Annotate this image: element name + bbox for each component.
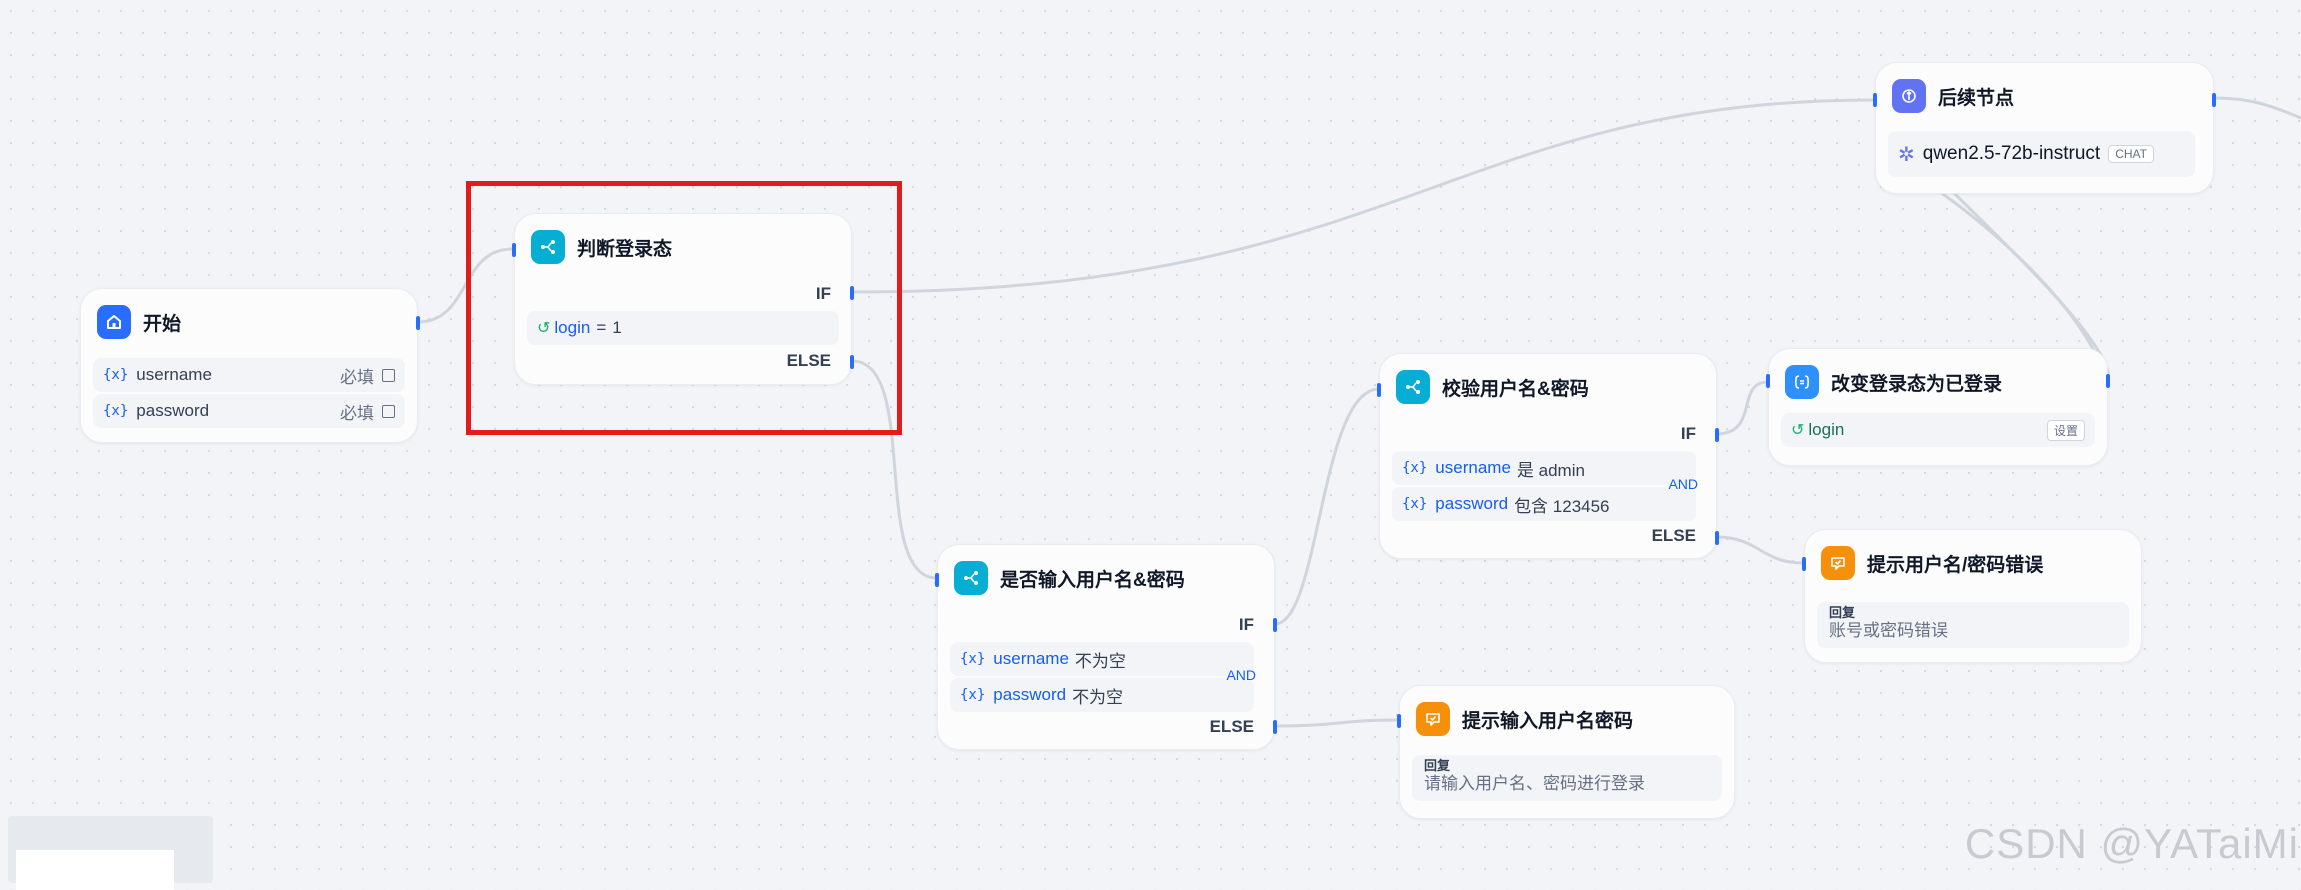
model-brand-icon: ✲ <box>1898 143 1915 166</box>
set-action-button[interactable]: 设置 <box>2046 419 2085 441</box>
branch-icon <box>954 561 988 595</box>
input-handle[interactable] <box>1873 93 1877 107</box>
variable-icon: {x} <box>1402 496 1428 512</box>
input-handle[interactable] <box>1766 374 1770 388</box>
check-input-title: 是否输入用户名&密码 <box>1000 569 1185 591</box>
edge-check-input-if-to-verify <box>1274 387 1380 626</box>
branch-icon <box>1396 370 1430 404</box>
reply-text: 请输入用户名、密码进行登录 <box>1424 774 1645 793</box>
input-handle[interactable] <box>1397 714 1401 728</box>
watermark: CSDN @YATaiMi <box>1964 820 2299 867</box>
start-node[interactable]: 开始 {x} username 必填 {x} password 必填 <box>80 288 420 443</box>
input-handle[interactable] <box>935 573 939 587</box>
input-handle[interactable] <box>1377 383 1381 397</box>
if-handle[interactable] <box>1273 618 1277 632</box>
required-tag: 必填 <box>340 403 374 423</box>
set-login-header: 改变登录态为已登录 <box>1785 365 2002 399</box>
reply-text: 账号或密码错误 <box>1829 621 1948 640</box>
input-name: password <box>136 401 210 420</box>
set-login-title: 改变登录态为已登录 <box>1831 373 2003 395</box>
variable-icon: {x} <box>1402 460 1428 476</box>
variable-icon: {x} <box>103 403 129 419</box>
assign-var: login <box>1808 420 1845 439</box>
logic-operator[interactable]: AND <box>1226 667 1256 683</box>
reference-icon: ↺ <box>1791 422 1805 439</box>
error-reply-node[interactable]: 提示用户名/密码错误 回复 账号或密码错误 <box>1802 529 2142 663</box>
model-selector[interactable]: ✲ qwen2.5-72b-instruct CHAT <box>1888 131 2195 177</box>
set-login-node[interactable]: 改变登录态为已登录 ↺ login 设置 <box>1766 348 2110 466</box>
condition-op: 不为空 <box>1074 651 1126 671</box>
condition-op: 包含 123456 <box>1514 496 1610 516</box>
input-reply-node[interactable]: 提示输入用户名密码 回复 请输入用户名、密码进行登录 <box>1397 685 1735 819</box>
condition-var: username <box>1435 458 1511 477</box>
reply-content[interactable]: 回复 请输入用户名、密码进行登录 <box>1412 755 1722 801</box>
verify-title: 校验用户名&密码 <box>1442 378 1589 400</box>
llm-icon <box>1892 79 1926 113</box>
output-handle[interactable] <box>2212 93 2216 107</box>
reply-label: 回复 <box>1424 758 1451 773</box>
variable-icon: {x} <box>103 367 129 383</box>
condition-username[interactable]: {x} username 是 admin <box>1392 451 1696 485</box>
reply-label: 回复 <box>1829 605 1856 620</box>
text-type-icon <box>382 404 395 418</box>
check-input-node[interactable]: 是否输入用户名&密码 IF {x} username 不为空 {x} passw… <box>935 544 1277 750</box>
edge-verify-if-to-set-login <box>1715 380 1769 436</box>
error-reply-header: 提示用户名/密码错误 <box>1821 546 2043 580</box>
if-handle[interactable] <box>1715 428 1719 442</box>
output-handle[interactable] <box>2106 374 2110 388</box>
condition-var: username <box>993 649 1069 668</box>
reply-content[interactable]: 回复 账号或密码错误 <box>1817 602 2129 648</box>
condition-var: password <box>1435 494 1509 513</box>
variable-icon: {x} <box>960 687 986 703</box>
start-node-header: 开始 <box>97 305 181 339</box>
else-label: ELSE <box>1651 526 1696 545</box>
model-type-tag: CHAT <box>2108 145 2154 163</box>
edge-check-input-else-to-input-reply <box>1274 718 1399 728</box>
highlight-box <box>466 181 902 435</box>
else-handle[interactable] <box>1273 720 1277 734</box>
input-reply-title: 提示输入用户名密码 <box>1462 710 1634 732</box>
logic-operator[interactable]: AND <box>1668 476 1698 492</box>
start-input-username[interactable]: {x} username 必填 <box>93 358 405 392</box>
input-handle[interactable] <box>1802 557 1806 571</box>
if-label: IF <box>1238 615 1254 634</box>
start-node-title: 开始 <box>143 313 182 335</box>
condition-username[interactable]: {x} username 不为空 <box>950 642 1254 676</box>
edge-check-login-if-to-followup <box>851 98 1876 294</box>
variable-assign-icon <box>1785 365 1819 399</box>
input-reply-header: 提示输入用户名密码 <box>1416 702 1633 736</box>
followup-node[interactable]: 后续节点 ✲ qwen2.5-72b-instruct CHAT <box>1873 62 2216 194</box>
verify-header: 校验用户名&密码 <box>1396 370 1589 404</box>
model-name: qwen2.5-72b-instruct <box>1922 143 2101 164</box>
home-icon <box>97 305 131 339</box>
followup-title: 后续节点 <box>1938 87 2015 109</box>
error-reply-title: 提示用户名/密码错误 <box>1867 554 2044 576</box>
input-name: username <box>136 365 212 384</box>
else-label: ELSE <box>1209 717 1254 736</box>
followup-header: 后续节点 <box>1892 79 2014 113</box>
variable-icon: {x} <box>960 651 986 667</box>
verify-node[interactable]: 校验用户名&密码 IF {x} username 是 admin {x} pas… <box>1377 353 1719 559</box>
condition-op: 不为空 <box>1072 687 1124 707</box>
check-input-header: 是否输入用户名&密码 <box>954 561 1185 595</box>
minimap-viewport[interactable] <box>16 850 174 890</box>
assign-login[interactable]: ↺ login 设置 <box>1781 413 2095 447</box>
if-label: IF <box>1680 424 1696 443</box>
condition-var: password <box>993 685 1067 704</box>
reply-icon <box>1416 702 1450 736</box>
reply-icon <box>1821 546 1855 580</box>
text-type-icon <box>382 368 395 382</box>
condition-password[interactable]: {x} password 包含 123456 <box>1392 487 1696 521</box>
edge-verify-else-to-error-reply <box>1715 535 1805 565</box>
condition-op: 是 admin <box>1516 460 1585 480</box>
condition-password[interactable]: {x} password 不为空 <box>950 678 1254 712</box>
edge-followup-out <box>2213 96 2301 120</box>
minimap[interactable] <box>8 816 213 890</box>
else-handle[interactable] <box>1715 531 1719 545</box>
start-input-password[interactable]: {x} password 必填 <box>93 394 405 428</box>
output-handle[interactable] <box>416 316 420 330</box>
required-tag: 必填 <box>340 367 374 387</box>
